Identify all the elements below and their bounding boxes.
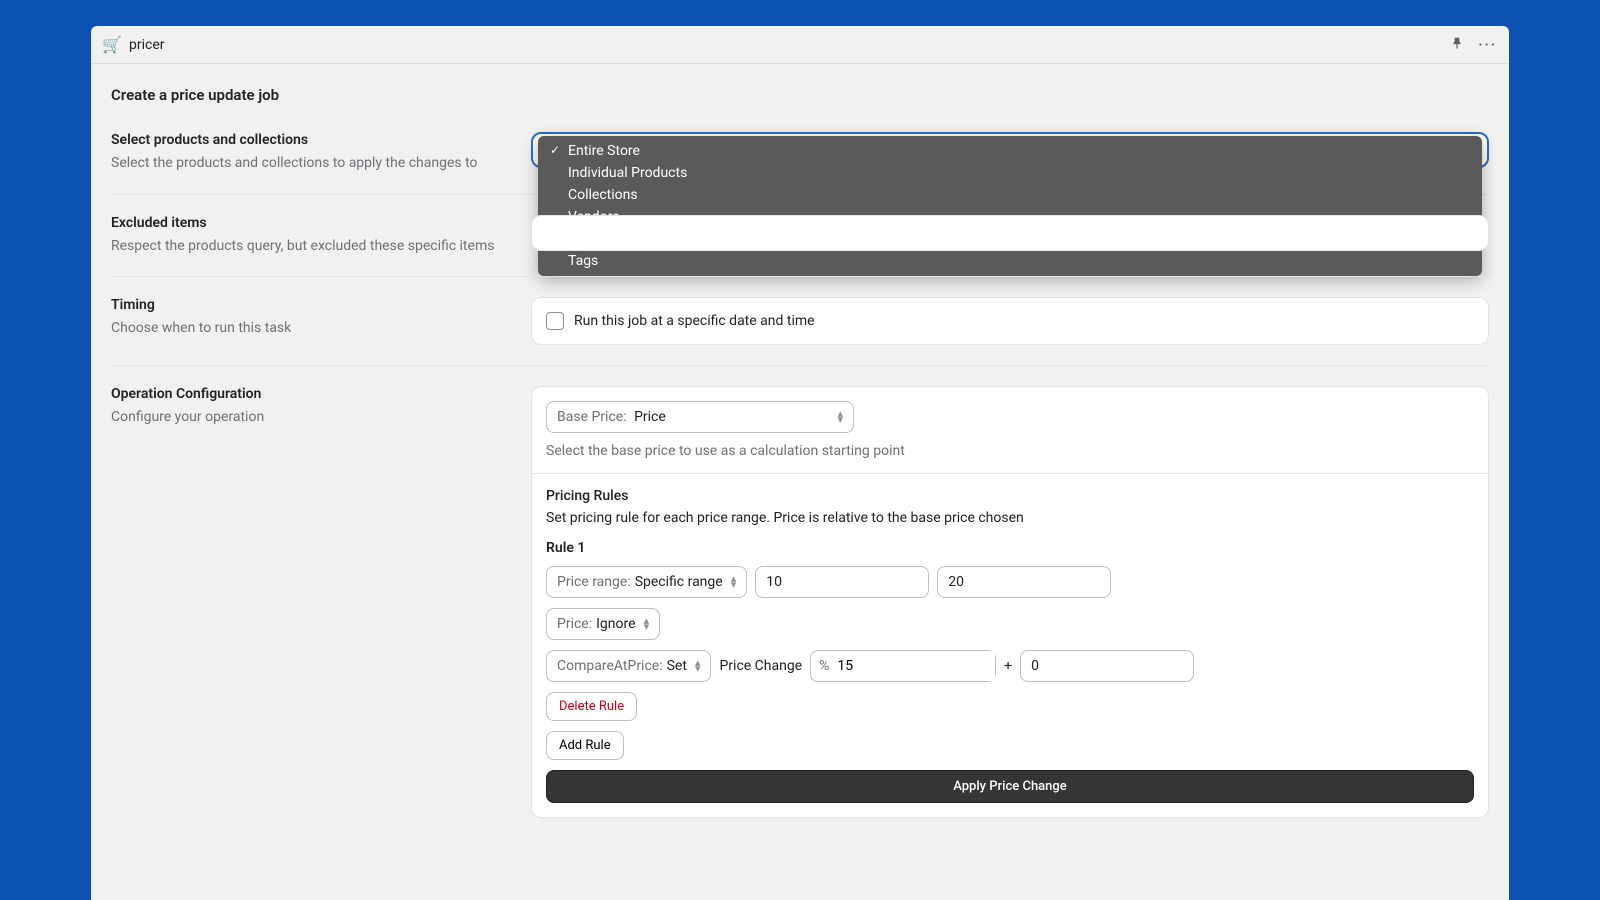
section-excluded: Excluded items Respect the products quer… [111,215,1489,278]
section-operation: Operation Configuration Configure your o… [111,386,1489,838]
compare-prefix: CompareAtPrice: [557,658,663,674]
base-price-block: Base Price: Price ▴▾ Select the base pri… [532,387,1488,474]
content: Create a price update job Select product… [91,64,1509,900]
dropdown-option-entire-store[interactable]: Entire Store [538,140,1482,162]
percent-value-input[interactable] [837,651,995,681]
section-right: Entire Store Individual Products Collect… [531,132,1489,174]
price-range-value: Specific range [635,574,723,590]
section-left: Timing Choose when to run this task [111,297,531,345]
select-products-title: Select products and collections [111,132,507,148]
app-header-left: 🛒 pricer [103,36,165,54]
section-right: Base Price: Price ▴▾ Select the base pri… [531,386,1489,818]
rule-1-compare-row: CompareAtPrice: Set ▴▾ Price Change % + [546,650,1474,682]
timing-card: Run this job at a specific date and time [531,297,1489,345]
section-right: Run this job at a specific date and time [531,297,1489,345]
percent-symbol: % [811,651,837,681]
select-products-desc: Select the products and collections to a… [111,154,507,174]
base-price-select[interactable]: Base Price: Price ▴▾ [546,401,854,433]
excluded-card [531,215,1489,251]
app-window: 🛒 pricer ··· Create a price update job S… [91,26,1509,900]
operation-card: Base Price: Price ▴▾ Select the base pri… [531,386,1489,818]
base-price-prefix: Base Price: [557,409,630,425]
section-timing: Timing Choose when to run this task Run … [111,297,1489,366]
offset-input[interactable] [1020,650,1194,682]
delete-rule-button[interactable]: Delete Rule [546,692,637,721]
pricing-rules-desc: Set pricing rule for each price range. P… [546,510,1474,526]
pricing-rules-block: Pricing Rules Set pricing rule for each … [532,474,1488,817]
section-select-products: Select products and collections Select t… [111,132,1489,195]
chevron-updown-icon: ▴▾ [829,411,843,423]
more-icon[interactable]: ··· [1478,37,1497,53]
timing-title: Timing [111,297,507,313]
price-range-select[interactable]: Price range: Specific range ▴▾ [546,566,747,598]
excluded-desc: Respect the products query, but excluded… [111,237,507,257]
apply-price-change-button[interactable]: Apply Price Change [546,770,1474,803]
add-rule-button[interactable]: Add Rule [546,731,624,760]
chevron-updown-icon: ▴▾ [723,576,737,588]
operation-desc: Configure your operation [111,408,507,428]
rule-1-price-row: Price: Ignore ▴▾ [546,608,1474,640]
base-price-helper: Select the base price to use as a calcul… [546,443,1474,459]
price-range-prefix: Price range: [557,574,631,590]
range-to-input[interactable] [937,566,1111,598]
base-price-value: Price [634,409,666,425]
page-title: Create a price update job [111,86,1489,104]
rule-1-label: Rule 1 [546,540,1474,556]
section-left: Excluded items Respect the products quer… [111,215,531,257]
pricing-rules-title: Pricing Rules [546,488,1474,504]
section-left: Select products and collections Select t… [111,132,531,174]
scheduled-checkbox[interactable] [546,312,564,330]
price-action-prefix: Price: [557,616,592,632]
app-header-right: ··· [1450,36,1497,54]
pin-icon[interactable] [1450,36,1464,54]
section-right [531,215,1489,257]
operation-title: Operation Configuration [111,386,507,402]
chevron-updown-icon: ▴▾ [636,618,650,630]
dropdown-option-collections[interactable]: Collections [538,184,1482,206]
price-change-label: Price Change [719,658,802,674]
compare-value: Set [667,658,687,674]
compare-at-price-select[interactable]: CompareAtPrice: Set ▴▾ [546,650,711,682]
app-header: 🛒 pricer ··· [91,26,1509,64]
scheduled-checkbox-row: Run this job at a specific date and time [546,312,1474,330]
scheduled-checkbox-label: Run this job at a specific date and time [574,313,815,329]
cart-icon: 🛒 [103,36,121,54]
app-title: pricer [129,37,165,53]
chevron-updown-icon: ▴▾ [687,660,701,672]
add-rule-row: Add Rule [546,731,1474,760]
price-action-value: Ignore [596,616,635,632]
rule-1-delete-row: Delete Rule [546,692,1474,721]
range-from-input[interactable] [755,566,929,598]
timing-desc: Choose when to run this task [111,319,507,339]
percent-input[interactable]: % [810,650,996,682]
section-left: Operation Configuration Configure your o… [111,386,531,818]
price-action-select[interactable]: Price: Ignore ▴▾ [546,608,660,640]
dropdown-option-individual-products[interactable]: Individual Products [538,162,1482,184]
plus-sign: + [1004,658,1012,674]
rule-1-range-row: Price range: Specific range ▴▾ [546,566,1474,598]
excluded-title: Excluded items [111,215,507,231]
